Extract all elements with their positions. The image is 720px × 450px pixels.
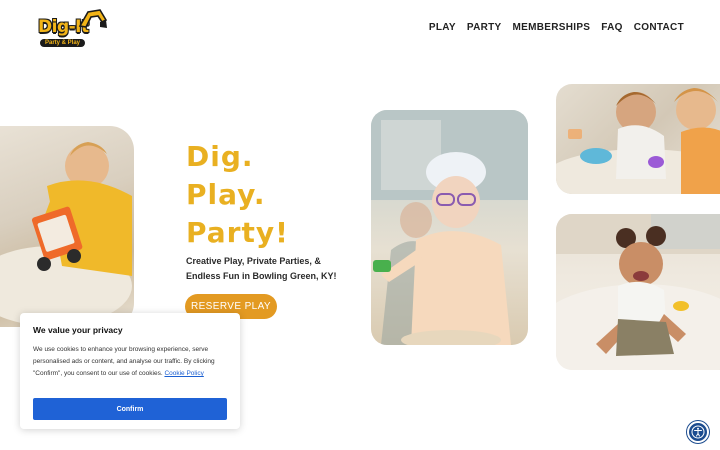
nav-party[interactable]: PARTY bbox=[467, 22, 502, 33]
headline-line-party: Party! bbox=[186, 216, 289, 249]
accessibility-icon bbox=[691, 425, 705, 439]
accessibility-button[interactable] bbox=[687, 421, 709, 443]
nav-memberships[interactable]: MEMBERSHIPS bbox=[513, 22, 591, 33]
hero-headline: Dig. Play. Party! bbox=[186, 138, 289, 252]
cookie-confirm-button[interactable]: Confirm bbox=[33, 398, 227, 420]
hero-photo-kids-playing bbox=[556, 84, 720, 194]
cookie-policy-link[interactable]: Cookie Policy bbox=[164, 370, 203, 377]
cookie-consent-panel: We value your privacy We use cookies to … bbox=[20, 313, 240, 429]
site-logo[interactable]: Dig-It Party & Play bbox=[34, 8, 108, 50]
main-nav: PLAY PARTY MEMBERSHIPS FAQ CONTACT bbox=[429, 22, 684, 33]
cookie-body: We use cookies to enhance your browsing … bbox=[33, 344, 227, 380]
nav-play[interactable]: PLAY bbox=[429, 22, 456, 33]
hero-photo-toddler-sand bbox=[556, 214, 720, 370]
hero-photo-toddler-truck bbox=[0, 126, 134, 327]
hero-tagline: Creative Play, Private Parties, & Endles… bbox=[186, 256, 337, 281]
cookie-title: We value your privacy bbox=[33, 325, 123, 335]
logo-subtitle: Party & Play bbox=[40, 39, 86, 47]
hero-photo-toddler-hat bbox=[371, 110, 528, 345]
excavator-icon bbox=[78, 9, 108, 28]
nav-contact[interactable]: CONTACT bbox=[634, 22, 684, 33]
headline-line-dig: Dig. bbox=[186, 140, 254, 173]
headline-line-play: Play. bbox=[186, 178, 266, 211]
nav-faq[interactable]: FAQ bbox=[601, 22, 622, 33]
